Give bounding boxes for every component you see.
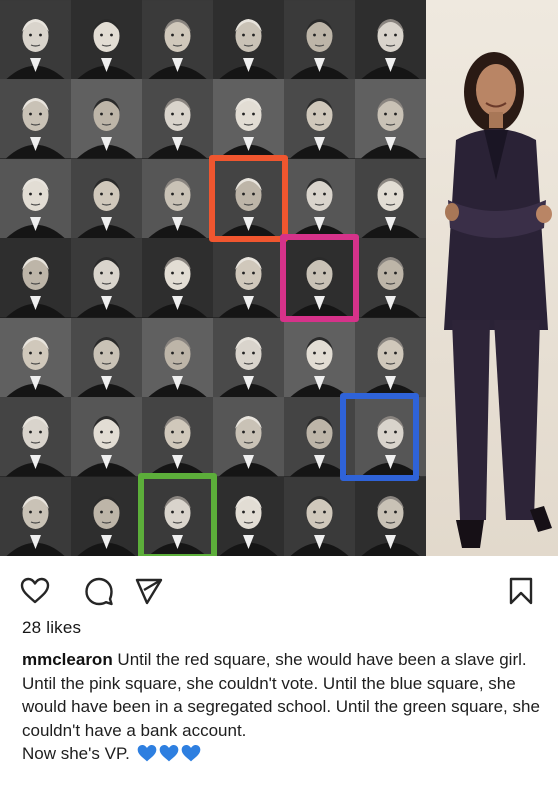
portrait-tile xyxy=(213,397,284,477)
caption: mmclearon Until the red square, she woul… xyxy=(22,648,542,769)
comment-icon xyxy=(85,577,113,606)
comment-button[interactable] xyxy=(84,576,114,606)
caption-text-line1: Until the red square, she would have bee… xyxy=(112,650,527,669)
portrait-tile xyxy=(0,317,71,398)
blue-heart-emojis xyxy=(135,744,201,763)
portrait-tile xyxy=(0,0,71,80)
portrait-tile xyxy=(355,476,426,556)
portrait-tile xyxy=(213,317,284,398)
portrait-tile xyxy=(213,79,284,159)
caption-text-line3: Now she's VP. xyxy=(22,744,130,763)
share-icon xyxy=(135,578,163,605)
caption-text-line2: Until the pink square, she couldn't vote… xyxy=(22,673,540,740)
instagram-post: 28 likes mmclearon Until the red square,… xyxy=(0,0,558,800)
portrait-tile xyxy=(355,0,426,80)
blue-square-highlight xyxy=(340,393,419,481)
heart-icon xyxy=(20,577,50,604)
portrait-tile xyxy=(0,79,71,159)
pink-square-highlight xyxy=(280,234,359,322)
red-square-highlight xyxy=(209,154,288,243)
save-button[interactable] xyxy=(506,576,536,606)
portrait-tile xyxy=(142,79,213,159)
portrait-tile xyxy=(0,397,71,477)
portrait-tile xyxy=(0,158,71,239)
portrait-tile xyxy=(355,79,426,159)
portrait-tile xyxy=(71,238,142,318)
portrait-tile xyxy=(355,317,426,398)
bookmark-icon xyxy=(509,577,533,605)
portrait-tile xyxy=(213,0,284,80)
likes-count[interactable]: 28 likes xyxy=(22,618,81,638)
standing-woman-figure xyxy=(426,0,558,556)
post-image[interactable] xyxy=(0,0,558,556)
portrait-tile xyxy=(284,317,355,398)
portrait-tile xyxy=(355,158,426,239)
portrait-tile xyxy=(142,0,213,80)
username-link[interactable]: mmclearon xyxy=(22,650,113,669)
portrait-tile xyxy=(284,158,355,239)
portrait-tile xyxy=(71,79,142,159)
portrait-tile xyxy=(355,238,426,318)
portrait-tile xyxy=(142,158,213,239)
portrait-tile xyxy=(71,397,142,477)
green-square-highlight xyxy=(138,472,217,556)
portrait-tile xyxy=(284,79,355,159)
portrait-tile xyxy=(71,317,142,398)
share-button[interactable] xyxy=(134,576,164,606)
blue-heart-icon xyxy=(181,744,201,769)
portrait-tile xyxy=(71,158,142,239)
portrait-tile xyxy=(213,476,284,556)
blue-heart-icon xyxy=(137,744,157,769)
portrait-tile xyxy=(213,238,284,318)
portrait-tile xyxy=(284,0,355,80)
portrait-tile xyxy=(142,238,213,318)
portrait-tile xyxy=(71,0,142,80)
portrait-tile xyxy=(142,317,213,398)
portrait-tile xyxy=(142,397,213,477)
portrait-tile xyxy=(0,238,71,318)
like-button[interactable] xyxy=(20,576,50,606)
portrait-tile xyxy=(284,476,355,556)
portrait-tile xyxy=(71,476,142,556)
action-bar xyxy=(0,556,558,612)
blue-heart-icon xyxy=(159,744,179,769)
portrait-tile xyxy=(0,476,71,556)
